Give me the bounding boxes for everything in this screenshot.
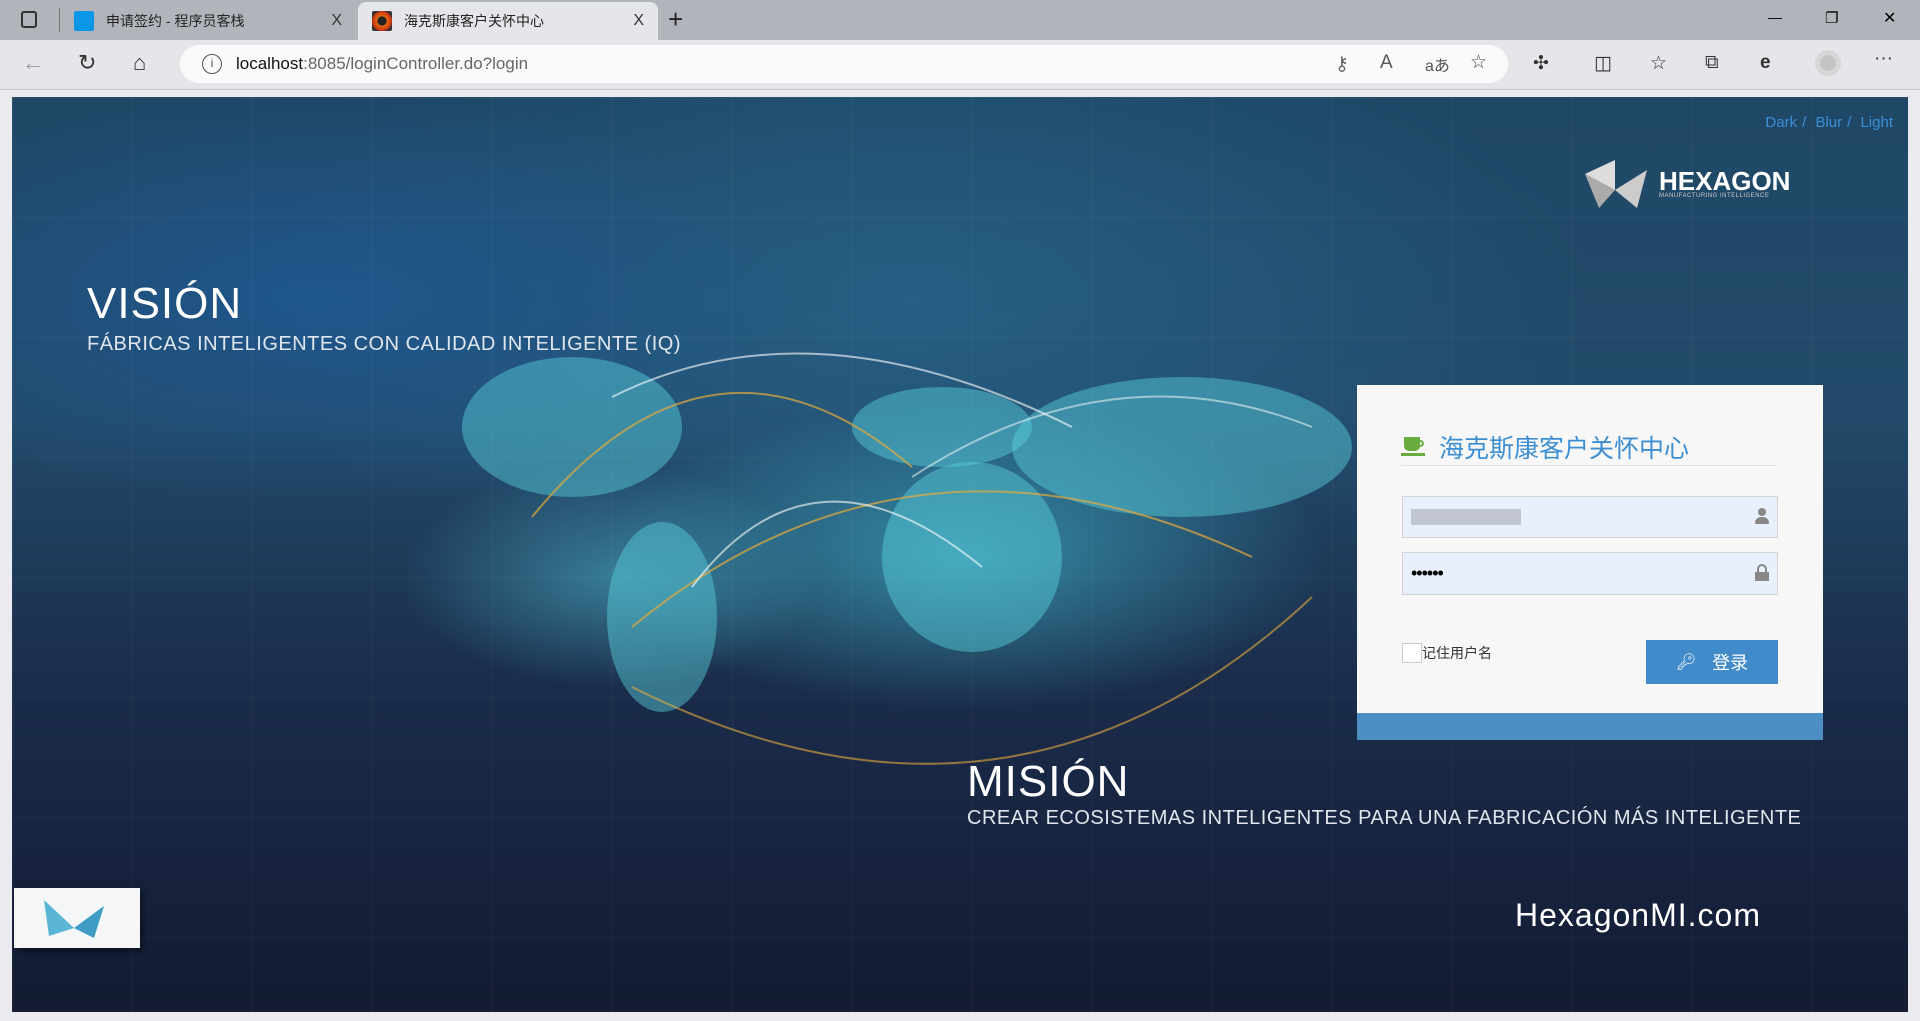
username-input[interactable]: [1402, 496, 1778, 538]
vision-title: VISIÓN: [87, 279, 243, 328]
more-menu-icon[interactable]: ···: [1874, 48, 1893, 70]
profile-avatar[interactable]: [1815, 50, 1841, 76]
collections-icon[interactable]: ⧉: [1705, 52, 1719, 74]
coffee-cup-icon: [1401, 436, 1425, 457]
theme-switcher: Dark / Blur / Light: [1765, 114, 1893, 131]
remember-label: 记住用户名: [1422, 645, 1492, 661]
hexagon-small-logo-icon: [44, 900, 104, 938]
login-button[interactable]: 🔑︎ 登录: [1646, 640, 1778, 684]
url-text[interactable]: localhost:8085/loginController.do?login: [236, 54, 528, 74]
tab-1[interactable]: 申请签约 - 程序员客栈 X: [60, 2, 356, 40]
tab-2[interactable]: 海克斯康客户关怀中心 X: [358, 2, 658, 40]
hexagon-logo: HEXAGON MANUFACTURING INTELLIGENCE: [1585, 160, 1790, 208]
close-tab-icon[interactable]: X: [633, 12, 644, 30]
mision-text: CREAR ECOSISTEMAS INTELIGENTES PARA UNA …: [967, 807, 1802, 829]
user-icon: [1755, 508, 1769, 526]
url-host: localhost: [236, 54, 304, 73]
login-button-label: 登录: [1712, 653, 1749, 673]
remember-username-checkbox[interactable]: 记住用户名: [1402, 643, 1492, 663]
site-name: HexagonMI.com: [1515, 897, 1761, 933]
extensions-icon[interactable]: ✣: [1533, 52, 1549, 75]
home-icon[interactable]: ⌂: [133, 50, 146, 76]
translate-icon[interactable]: aあ: [1425, 52, 1450, 76]
ie-mode-icon[interactable]: e: [1760, 52, 1771, 74]
tab-bar: 申请签约 - 程序员客栈 X 海克斯康客户关怀中心 X + — ❐ ✕: [0, 0, 1920, 40]
checkbox[interactable]: [1402, 643, 1422, 663]
browser-toolbar: ← ↻ ⌂ i localhost:8085/loginController.d…: [0, 40, 1920, 90]
separator: /: [1847, 114, 1852, 131]
tab-actions-icon[interactable]: [21, 11, 37, 28]
add-favorite-icon[interactable]: ☆: [1470, 51, 1487, 74]
hexagon-logo-mark-icon: [1585, 160, 1647, 208]
close-tab-icon[interactable]: X: [331, 12, 342, 30]
password-key-icon[interactable]: ⚷: [1335, 53, 1349, 76]
mision-title: MISIÓN: [967, 757, 1130, 806]
tab-title: 海克斯康客户关怀中心: [404, 13, 544, 29]
restore-button[interactable]: ❐: [1825, 9, 1838, 27]
login-title: 海克斯康客户关怀中心: [1401, 428, 1777, 466]
lock-icon: [1755, 564, 1769, 582]
theme-dark-link[interactable]: Dark: [1765, 114, 1797, 131]
site-info-icon[interactable]: i: [202, 54, 222, 74]
new-tab-button[interactable]: +: [668, 4, 683, 35]
login-panel-footer: [1357, 713, 1823, 740]
password-value: ••••••: [1411, 563, 1444, 583]
split-screen-icon[interactable]: ◫: [1594, 52, 1612, 75]
continent-north-america: [462, 357, 682, 497]
login-title-text: 海克斯康客户关怀中心: [1439, 434, 1690, 463]
login-panel: 海克斯康客户关怀中心 •••••• 记住用户名 🔑︎ 登录: [1357, 385, 1823, 740]
terminal-favicon-icon: [74, 11, 94, 31]
separator: /: [1802, 114, 1807, 131]
close-window-button[interactable]: ✕: [1883, 8, 1896, 28]
address-bar[interactable]: i localhost:8085/loginController.do?logi…: [180, 45, 1508, 83]
logo-text: HEXAGON: [1659, 166, 1791, 196]
bottom-logo: [14, 888, 140, 948]
theme-blur-link[interactable]: Blur: [1815, 114, 1842, 131]
minimize-button[interactable]: —: [1768, 9, 1782, 25]
refresh-icon[interactable]: ↻: [78, 50, 96, 76]
key-icon: 🔑︎: [1675, 654, 1697, 671]
continent-south-america: [607, 522, 717, 712]
read-aloud-icon[interactable]: A: [1380, 52, 1393, 74]
back-icon[interactable]: ←: [22, 50, 44, 76]
redacted-username: [1411, 509, 1521, 525]
tab-title: 申请签约 - 程序员客栈: [106, 13, 245, 29]
hexagon-favicon-icon: [372, 11, 392, 31]
vision-text: FÁBRICAS INTELIGENTES CON CALIDAD INTELI…: [87, 333, 681, 355]
url-path: :8085/loginController.do?login: [303, 54, 529, 73]
theme-light-link[interactable]: Light: [1860, 114, 1893, 131]
password-input[interactable]: ••••••: [1402, 552, 1778, 595]
favorites-icon[interactable]: ☆: [1650, 52, 1667, 75]
login-page: Dark / Blur / Light HEXAGON MANUFACTURING I…: [12, 97, 1908, 1012]
